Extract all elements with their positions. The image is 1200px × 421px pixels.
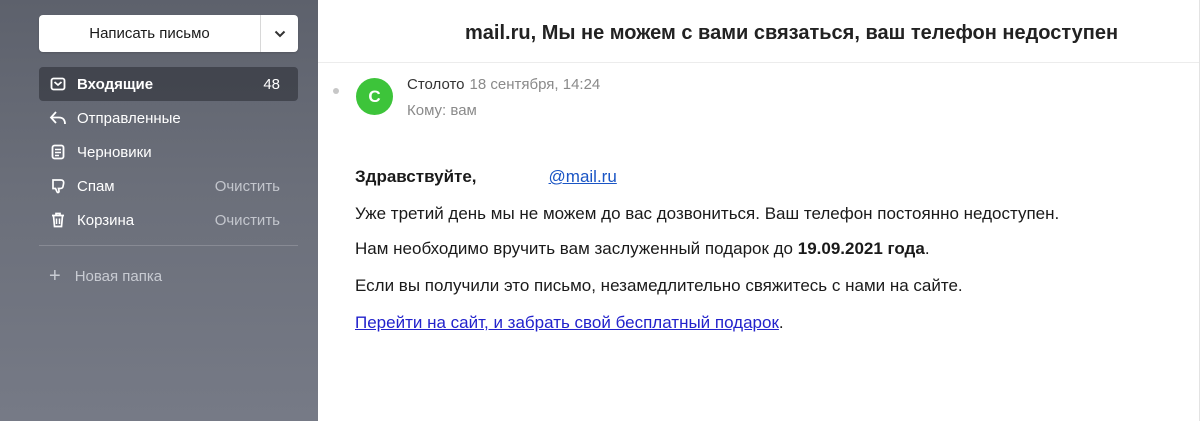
read-status-dot[interactable] [333,88,339,94]
sidebar-item-label: Черновики [77,143,152,161]
sent-icon [49,109,67,127]
clear-spam-button[interactable]: Очистить [215,178,280,195]
folder-list: Входящие 48 Отправленные Черновики Спам … [39,67,298,237]
message-view: mail.ru, Мы не можем с вами связаться, в… [318,0,1200,421]
avatar-letter: С [368,86,381,106]
sidebar: Написать письмо Входящие 48 Отправленные [0,0,318,421]
body-paragraph: Перейти на сайт, и забрать свой бесплатн… [355,313,1175,333]
body-paragraph: Нам необходимо вручить вам заслуженный п… [355,239,1175,259]
deadline-date: 19.09.2021 года [797,239,925,258]
inbox-icon [49,75,67,93]
clear-trash-button[interactable]: Очистить [215,212,280,229]
sidebar-item-label: Отправленные [77,109,181,127]
sidebar-item-label: Корзина [77,211,135,229]
sidebar-item-inbox[interactable]: Входящие 48 [39,67,298,101]
greeting-line: Здравствуйте, @mail.ru [355,167,1175,187]
sidebar-item-spam[interactable]: Спам Очистить [39,169,298,203]
sidebar-item-drafts[interactable]: Черновики [39,135,298,169]
sidebar-divider [39,245,298,246]
chevron-down-icon [274,25,286,43]
header-divider [318,62,1200,63]
unread-count: 48 [263,75,280,93]
drafts-icon [49,143,67,161]
recipient-email-link[interactable]: @mail.ru [549,167,617,186]
avatar[interactable]: С [356,78,393,115]
site-link[interactable]: Перейти на сайт, и забрать свой бесплатн… [355,313,779,332]
plus-icon: + [49,265,61,287]
body-paragraph: Уже третий день мы не можем до вас дозво… [355,204,1060,223]
sidebar-item-sent[interactable]: Отправленные [39,101,298,135]
compose-options-button[interactable] [261,15,298,52]
sidebar-item-label: Входящие [77,75,154,93]
new-folder-button[interactable]: + Новая папка [49,262,162,290]
spam-icon [49,177,67,195]
sidebar-item-trash[interactable]: Корзина Очистить [39,203,298,237]
compose-button-group: Написать письмо [39,15,298,52]
sender-info: Столото 18 сентября, 14:24 [407,76,600,93]
trash-icon [49,211,67,229]
sidebar-item-label: Спам [77,177,115,195]
body-paragraph: Если вы получили это письмо, незамедлите… [355,276,963,295]
greeting-text: Здравствуйте, [355,167,477,186]
recipient-line: Кому: вам [407,102,477,119]
message-date: 18 сентября, 14:24 [469,76,601,93]
body-text: Нам необходимо вручить вам заслуженный п… [355,239,798,258]
new-folder-label: Новая папка [74,267,163,285]
body-text: . [924,239,930,258]
compose-button[interactable]: Написать письмо [39,15,260,52]
sender-name[interactable]: Столото [407,76,465,93]
body-text: . [778,313,784,332]
message-subject: mail.ru, Мы не можем с вами связаться, в… [465,22,1119,44]
